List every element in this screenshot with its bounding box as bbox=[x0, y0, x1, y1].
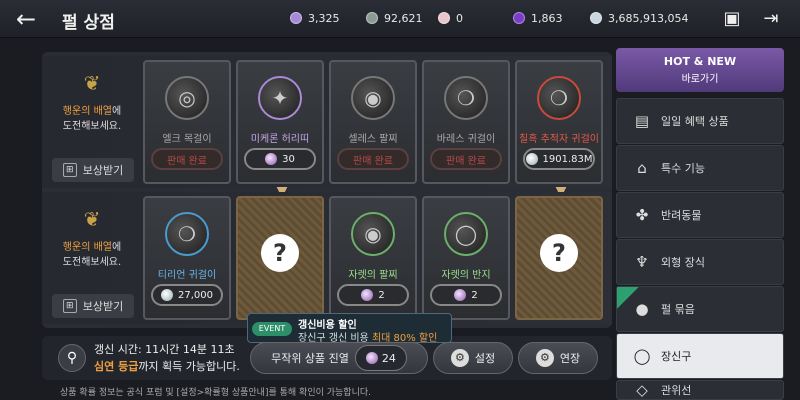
item-name: 자렛의 팔찌 bbox=[348, 270, 398, 281]
item-card-black-tracker-earring[interactable]: ❍ 칠흑 추적자 귀걸이 1901.83M bbox=[515, 60, 603, 184]
earring-icon: ❍ bbox=[165, 212, 209, 256]
silver-pearl-icon bbox=[525, 153, 538, 165]
lucky-panel-1: ❦ 행운의 배열에 도전해보세요. ⊞ 보상받기 bbox=[46, 60, 138, 184]
item-name: 미케론 허리띠 bbox=[250, 134, 310, 145]
laurel-clover-icon: ❦ bbox=[83, 71, 101, 95]
sidebar-item-daily[interactable]: ▤ 일일 혜택 상품 bbox=[616, 98, 784, 144]
silver-pearl-icon bbox=[590, 12, 602, 24]
new-badge bbox=[617, 287, 639, 309]
extend-button[interactable]: ⚙ 연장 bbox=[518, 342, 598, 374]
price-tag: 30 bbox=[244, 148, 316, 170]
exit-icon[interactable]: ⇥ bbox=[759, 7, 783, 31]
violet-pearl-icon bbox=[265, 153, 278, 165]
currency-violet-pearl: 1,863 bbox=[513, 9, 563, 27]
earring-icon: ❍ bbox=[537, 76, 581, 120]
sidebar-item-accessories[interactable]: ◯ 장신구 bbox=[616, 333, 784, 379]
daily-icon: ▤ bbox=[634, 112, 650, 130]
special-icon: ⌂ bbox=[637, 159, 647, 177]
hot-new-button[interactable]: HOT & NEW 바로가기 bbox=[616, 48, 784, 92]
question-mark-icon: ? bbox=[540, 234, 578, 272]
lucky-text: 행운의 배열에 도전해보세요. bbox=[62, 106, 122, 132]
hidden-item-card[interactable]: ? bbox=[236, 196, 324, 320]
silver-pearl-icon bbox=[161, 289, 173, 301]
footer-note: 상품 확률 정보는 공식 포럼 및 [설정>확률형 상품안내]를 통해 확인이 … bbox=[60, 388, 371, 398]
refresh-cost: 24 bbox=[354, 345, 407, 371]
item-name: 칠흑 추적자 귀걸이 bbox=[519, 134, 599, 145]
currency-silver-pearl: 3,685,913,054 bbox=[590, 9, 688, 27]
more-icon: ◇ bbox=[636, 381, 648, 399]
item-card-jarett-bracelet[interactable]: ◉ 자렛의 팔찌 2 bbox=[329, 196, 417, 320]
item-name: 바레스 귀걸이 bbox=[436, 134, 496, 145]
wallet-icon[interactable]: ▣ bbox=[720, 7, 744, 31]
sidebar-item-special[interactable]: ⌂ 특수 기능 bbox=[616, 145, 784, 191]
sold-out-badge: 판매 완료 bbox=[151, 148, 223, 170]
item-name: 자렛의 반지 bbox=[441, 270, 491, 281]
search-icon[interactable]: ⚲ bbox=[58, 344, 86, 372]
violet-pearl-icon bbox=[454, 289, 467, 301]
hidden-item-card[interactable]: ? bbox=[515, 196, 603, 320]
settings-button[interactable]: ⚙ 설정 bbox=[433, 342, 513, 374]
price-tag: 2 bbox=[337, 284, 409, 306]
ring-icon: ◯ bbox=[633, 347, 651, 365]
gift-icon: ⊞ bbox=[62, 299, 77, 313]
gear-icon: ⚙ bbox=[535, 349, 554, 367]
sidebar-item-costume[interactable]: ♆ 외형 장식 bbox=[616, 239, 784, 285]
event-tooltip: EVENT 갱신비용 할인 장신구 갱신 비용 최대 80% 할인 bbox=[247, 313, 452, 344]
purple-gem-icon bbox=[290, 12, 302, 24]
price-tag: 27,000 bbox=[151, 284, 223, 306]
sidebar-item-pearl-bundle[interactable]: ● 펄 묶음 bbox=[616, 286, 784, 332]
item-card-tyrian-earring[interactable]: ❍ 티리언 귀걸이 27,000 bbox=[143, 196, 231, 320]
belt-icon: ✦ bbox=[258, 76, 302, 120]
page-title: 펄 상점 bbox=[62, 13, 115, 33]
silver-coin-icon bbox=[366, 12, 378, 24]
violet-pearl-icon bbox=[513, 12, 525, 24]
bracelet-icon: ◉ bbox=[351, 76, 395, 120]
currency-pink-pearl: 0 bbox=[438, 9, 463, 27]
laurel-clover-icon: ❦ bbox=[83, 207, 101, 231]
sidebar-item-more[interactable]: ◇ 관위선 bbox=[616, 380, 784, 400]
item-card-jarett-ring[interactable]: ◯ 자렛의 반지 2 bbox=[422, 196, 510, 320]
category-sidebar: HOT & NEW 바로가기 ▤ 일일 혜택 상품 ⌂ 특수 기능 ✤ 반려동물… bbox=[616, 44, 784, 400]
item-name: 셀레스 팔찌 bbox=[348, 134, 398, 145]
price-tag: 1901.83M bbox=[523, 148, 595, 170]
gift-icon: ⊞ bbox=[62, 163, 77, 177]
sidebar-item-pets[interactable]: ✤ 반려동물 bbox=[616, 192, 784, 238]
earring-icon: ❍ bbox=[444, 76, 488, 120]
lucky-text: 행운의 배열에 도전해보세요. bbox=[62, 242, 122, 268]
ring-icon: ◯ bbox=[444, 212, 488, 256]
item-name: 티리언 귀걸이 bbox=[157, 270, 217, 281]
reward-button[interactable]: ⊞ 보상받기 bbox=[52, 294, 134, 318]
item-card-mikeron-belt[interactable]: ✦ 미케론 허리띠 30 bbox=[236, 60, 324, 184]
sold-out-badge: 판매 완료 bbox=[430, 148, 502, 170]
event-badge: EVENT bbox=[252, 322, 292, 336]
necklace-icon: ◎ bbox=[165, 76, 209, 120]
reward-button[interactable]: ⊞ 보상받기 bbox=[52, 158, 134, 182]
currency-purple-gem: 3,325 bbox=[290, 9, 340, 27]
costume-icon: ♆ bbox=[635, 253, 649, 271]
sold-out-badge: 판매 완료 bbox=[337, 148, 409, 170]
pink-pearl-icon bbox=[438, 12, 450, 24]
gear-icon: ⚙ bbox=[450, 349, 469, 367]
question-mark-icon: ? bbox=[261, 234, 299, 272]
item-card-vares-earring[interactable]: ❍ 바레스 귀걸이 판매 완료 bbox=[422, 60, 510, 184]
item-card-celes-bracelet[interactable]: ◉ 셀레스 팔찌 판매 완료 bbox=[329, 60, 417, 184]
back-arrow-icon[interactable]: ← bbox=[10, 6, 42, 32]
refresh-grade-text: 심연 등급까지 획득 가능합니다. bbox=[94, 360, 240, 373]
bracelet-icon: ◉ bbox=[351, 212, 395, 256]
item-name: 엘크 목걸이 bbox=[162, 134, 212, 145]
lucky-panel-2: ❦ 행운의 배열에 도전해보세요. ⊞ 보상받기 bbox=[46, 196, 138, 320]
currency-silver-coin: 92,621 bbox=[366, 9, 423, 27]
violet-pearl-icon bbox=[361, 289, 374, 301]
price-tag: 2 bbox=[430, 284, 502, 306]
paw-icon: ✤ bbox=[635, 206, 649, 224]
violet-pearl-icon bbox=[365, 352, 378, 364]
item-card-elk-necklace[interactable]: ◎ 엘크 목걸이 판매 완료 bbox=[143, 60, 231, 184]
top-bar: ← 펄 상점 3,325 92,621 0 1,863 3,685,913,05… bbox=[0, 0, 800, 38]
refresh-timer: 갱신 시간: 11시간 14분 11초 bbox=[94, 343, 235, 356]
random-display-button[interactable]: 무작위 상품 진열 24 bbox=[250, 342, 428, 374]
